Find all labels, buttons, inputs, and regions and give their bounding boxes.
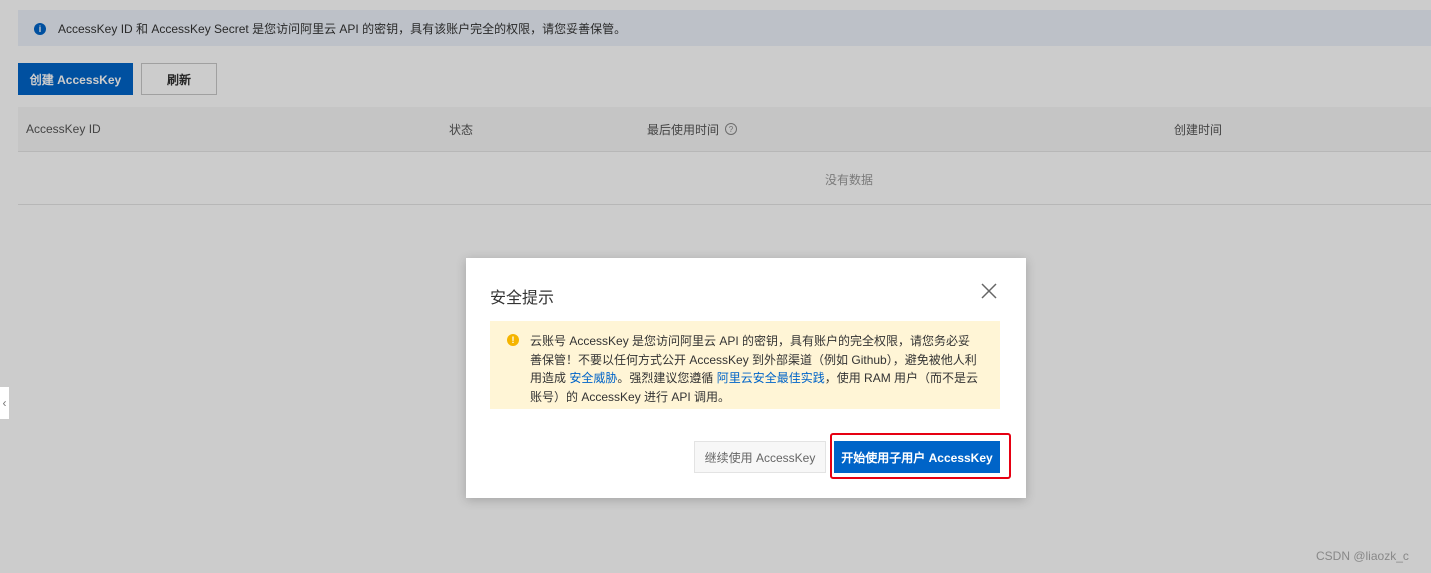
- start-sub-user-accesskey-button[interactable]: 开始使用子用户 AccessKey: [834, 441, 1000, 473]
- dialog-title: 安全提示: [490, 290, 555, 307]
- security-threat-link[interactable]: 安全威胁: [569, 371, 617, 385]
- security-dialog: 安全提示 ! 云账号 AccessKey 是您访问阿里云 API 的密钥，具有账…: [466, 258, 1026, 498]
- best-practice-link[interactable]: 阿里云安全最佳实践: [717, 371, 825, 385]
- warning-message: ! 云账号 AccessKey 是您访问阿里云 API 的密钥，具有账户的完全权…: [490, 321, 1000, 409]
- sidebar-toggle-chevron-left-icon[interactable]: ‹: [0, 386, 10, 420]
- continue-accesskey-button[interactable]: 继续使用 AccessKey: [694, 441, 826, 473]
- watermark: CSDN @liaozk_c: [1316, 549, 1409, 563]
- warning-icon: !: [507, 334, 519, 346]
- warning-text-2: 。强烈建议您遵循: [617, 371, 717, 385]
- close-icon[interactable]: [978, 280, 1000, 302]
